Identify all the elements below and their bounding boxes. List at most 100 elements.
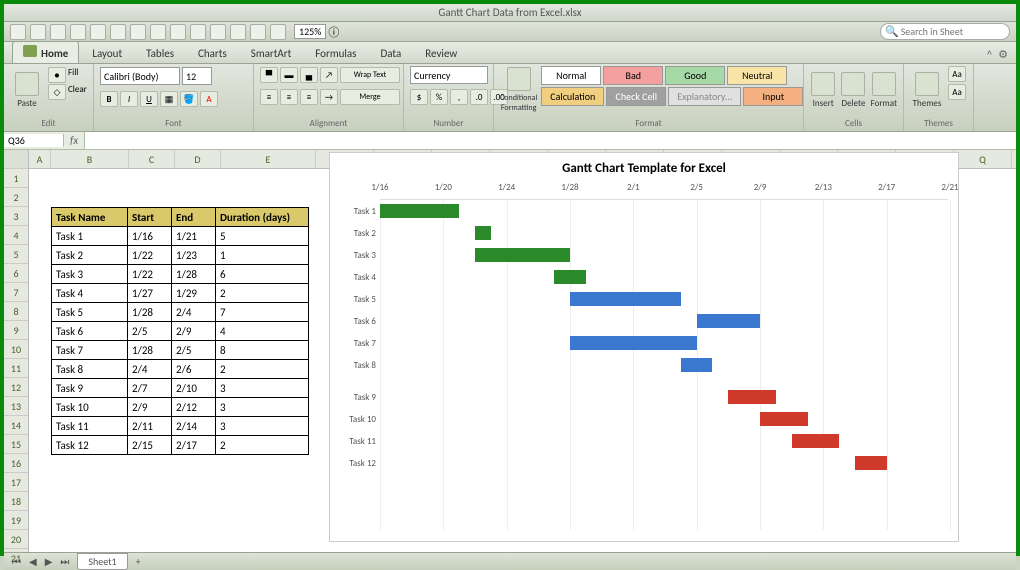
zoom-help-icon[interactable]: ⓘ — [328, 24, 339, 40]
table-cell[interactable]: 2 — [216, 360, 309, 379]
format-painter-icon[interactable] — [150, 24, 166, 40]
currency-button[interactable]: $ — [410, 89, 428, 105]
tab-home[interactable]: Home — [12, 41, 79, 63]
table-cell[interactable]: 2/17 — [172, 436, 216, 455]
table-cell[interactable]: 2 — [216, 436, 309, 455]
sheet-nav-prev-icon[interactable]: ◀ — [29, 555, 37, 568]
paste-icon[interactable] — [130, 24, 146, 40]
tab-data[interactable]: Data — [369, 43, 412, 63]
rowhdr-8[interactable]: 8 — [4, 302, 28, 321]
table-row[interactable]: Task 62/52/94 — [52, 322, 309, 341]
table-cell[interactable]: 2/7 — [128, 379, 172, 398]
border-button[interactable]: ▦ — [160, 91, 178, 107]
table-cell[interactable]: Task 10 — [52, 398, 128, 417]
th-end[interactable]: End — [172, 208, 216, 227]
rowhdr-18[interactable]: 18 — [4, 492, 28, 511]
gantt-chart[interactable]: Gantt Chart Template for Excel 1/161/201… — [329, 152, 959, 542]
rowhdr-9[interactable]: 9 — [4, 321, 28, 340]
rowhdr-4[interactable]: 4 — [4, 226, 28, 245]
table-cell[interactable]: 2/11 — [128, 417, 172, 436]
rowhdr-19[interactable]: 19 — [4, 511, 28, 530]
table-cell[interactable]: 1/28 — [128, 303, 172, 322]
table-row[interactable]: Task 31/221/286 — [52, 265, 309, 284]
th-start[interactable]: Start — [128, 208, 172, 227]
undo-icon[interactable] — [50, 24, 66, 40]
rowhdr-13[interactable]: 13 — [4, 397, 28, 416]
bold-button[interactable]: B — [100, 91, 118, 107]
table-cell[interactable]: Task 6 — [52, 322, 128, 341]
rowhdr-11[interactable]: 11 — [4, 359, 28, 378]
fill-button[interactable]: ● — [48, 67, 66, 83]
print-icon[interactable] — [30, 24, 46, 40]
gantt-bar[interactable] — [697, 314, 760, 328]
fx-icon[interactable]: fx — [64, 134, 84, 147]
style-check-cell[interactable]: Check Cell — [606, 87, 666, 106]
align-middle-button[interactable]: ▬ — [280, 67, 298, 83]
style-normal[interactable]: Normal — [541, 66, 601, 85]
font-color-button[interactable]: A — [200, 91, 218, 107]
table-cell[interactable]: Task 12 — [52, 436, 128, 455]
gantt-bar[interactable] — [475, 248, 570, 262]
table-row[interactable]: Task 102/92/123 — [52, 398, 309, 417]
style-calculation[interactable]: Calculation — [541, 87, 604, 106]
gantt-bar[interactable] — [681, 358, 713, 372]
rowhdr-17[interactable]: 17 — [4, 473, 28, 492]
th-task-name[interactable]: Task Name — [52, 208, 128, 227]
font-size-input[interactable] — [182, 67, 212, 85]
gantt-bar[interactable] — [570, 292, 681, 306]
sheet-nav-next-icon[interactable]: ▶ — [45, 555, 53, 568]
insert-button[interactable]: Insert — [810, 66, 836, 114]
table-cell[interactable]: Task 11 — [52, 417, 128, 436]
align-left-button[interactable]: ≡ — [260, 89, 278, 105]
rowhdr-6[interactable]: 6 — [4, 264, 28, 283]
table-cell[interactable]: 1/16 — [128, 227, 172, 246]
table-cell[interactable]: 2/6 — [172, 360, 216, 379]
redo-icon[interactable] — [70, 24, 86, 40]
select-all-corner[interactable] — [4, 150, 28, 169]
gantt-bar[interactable] — [760, 412, 808, 426]
table-cell[interactable]: 1/28 — [128, 341, 172, 360]
table-row[interactable]: Task 82/42/62 — [52, 360, 309, 379]
search-input[interactable] — [901, 25, 1001, 38]
italic-button[interactable]: I — [120, 91, 138, 107]
formula-input[interactable] — [84, 132, 1016, 149]
table-cell[interactable]: 5 — [216, 227, 309, 246]
tab-layout[interactable]: Layout — [81, 43, 133, 63]
style-bad[interactable]: Bad — [603, 66, 663, 85]
help-icon[interactable] — [170, 24, 186, 40]
copy-icon[interactable] — [110, 24, 126, 40]
table-cell[interactable]: 2/5 — [172, 341, 216, 360]
style-input[interactable]: Input — [743, 87, 803, 106]
sheet-nav-first-icon[interactable]: ⏮ — [12, 555, 21, 568]
delete-button[interactable]: Delete — [840, 66, 866, 114]
increase-decimal-button[interactable]: .0 — [470, 89, 488, 105]
zoom-value[interactable]: 125% — [294, 24, 326, 39]
sum-icon[interactable] — [190, 24, 206, 40]
rowhdr-20[interactable]: 20 — [4, 530, 28, 549]
table-row[interactable]: Task 112/112/143 — [52, 417, 309, 436]
theme-colors-button[interactable]: Aa — [948, 66, 966, 82]
gantt-bar[interactable] — [728, 390, 776, 404]
fill-color-button[interactable]: 🪣 — [180, 91, 198, 107]
table-cell[interactable]: 1/23 — [172, 246, 216, 265]
table-cell[interactable]: Task 3 — [52, 265, 128, 284]
merge-button[interactable]: Merge — [340, 89, 400, 105]
table-cell[interactable]: 3 — [216, 417, 309, 436]
save-icon[interactable] — [10, 24, 26, 40]
table-row[interactable]: Task 51/282/47 — [52, 303, 309, 322]
table-cell[interactable]: Task 2 — [52, 246, 128, 265]
underline-button[interactable]: U — [140, 91, 158, 107]
colhdr-q[interactable]: Q — [954, 150, 1012, 168]
table-cell[interactable]: 8 — [216, 341, 309, 360]
rowhdr-12[interactable]: 12 — [4, 378, 28, 397]
table-cell[interactable]: Task 1 — [52, 227, 128, 246]
tab-formulas[interactable]: Formulas — [304, 43, 367, 63]
wrap-text-button[interactable]: Wrap Text — [340, 67, 400, 83]
ribbon-settings-icon[interactable]: ⚙ — [998, 48, 1008, 61]
orientation-button[interactable]: ↗ — [320, 67, 338, 83]
gantt-bar[interactable] — [380, 204, 459, 218]
theme-fonts-button[interactable]: Aa — [948, 84, 966, 100]
th-duration[interactable]: Duration (days) — [216, 208, 309, 227]
style-neutral[interactable]: Neutral — [727, 66, 787, 85]
gantt-bar[interactable] — [475, 226, 491, 240]
